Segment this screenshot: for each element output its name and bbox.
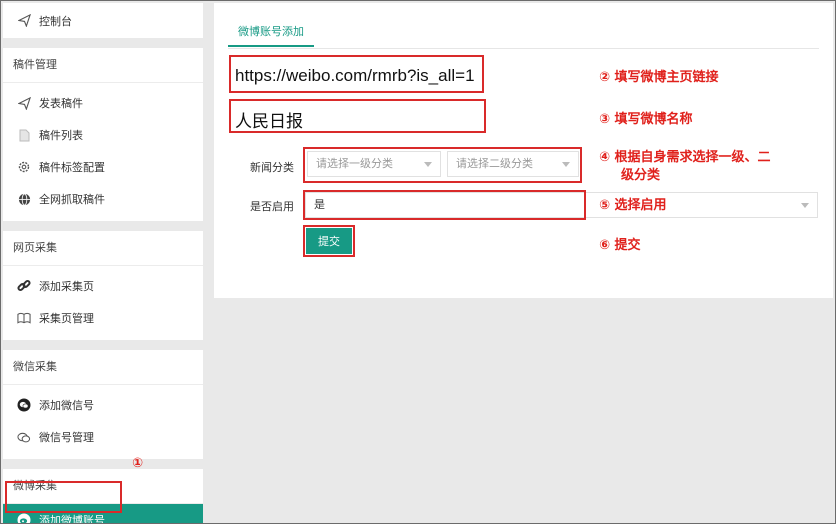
weibo-url-input[interactable]: https://weibo.com/rmrb?is_all=1 bbox=[229, 55, 484, 93]
sidebar-section-wechat: 微信采集 添加微信号 微信号管理 bbox=[3, 350, 203, 459]
sidebar-item-label: 稿件标签配置 bbox=[39, 162, 105, 174]
section-title: 微博采集 bbox=[3, 469, 203, 504]
wechat-outline-icon bbox=[17, 430, 31, 444]
submit-button[interactable]: 提交 bbox=[306, 228, 352, 254]
wechat-icon bbox=[17, 398, 31, 412]
sidebar-item-publish[interactable]: 发表稿件 bbox=[3, 87, 203, 119]
sidebar-item-label: 全网抓取稿件 bbox=[39, 194, 105, 206]
highlight-box bbox=[303, 190, 586, 220]
sidebar-item-label: 稿件列表 bbox=[39, 130, 83, 142]
category-label: 新闻分类 bbox=[250, 162, 294, 174]
sidebar-item-console[interactable]: 控制台 bbox=[3, 3, 203, 38]
chevron-down-icon bbox=[424, 162, 432, 167]
annotation-step-4-line2: 级分类 bbox=[621, 168, 661, 183]
gear-icon bbox=[17, 160, 31, 174]
book-icon bbox=[17, 311, 31, 325]
send-icon bbox=[17, 96, 31, 110]
section-title: 微信采集 bbox=[3, 350, 203, 385]
sidebar: 控制台 稿件管理 发表稿件 稿件列表 稿件标签配置 全网抓取稿件 网页采集 添加… bbox=[3, 3, 203, 524]
enable-label: 是否启用 bbox=[250, 201, 294, 213]
sidebar-item-label: 添加微博账号 bbox=[39, 515, 105, 524]
sidebar-item-label: 控制台 bbox=[39, 15, 72, 28]
sidebar-section-manuscripts: 稿件管理 发表稿件 稿件列表 稿件标签配置 全网抓取稿件 bbox=[3, 48, 203, 221]
category-level1-placeholder: 请选择一级分类 bbox=[316, 158, 393, 170]
sidebar-item-tag-config[interactable]: 稿件标签配置 bbox=[3, 151, 203, 183]
sidebar-item-label: 微信号管理 bbox=[39, 432, 94, 444]
sidebar-item-page-manage[interactable]: 采集页管理 bbox=[3, 302, 203, 334]
annotation-step-3: ③ 填写微博名称 bbox=[599, 112, 693, 127]
sidebar-section-weibo: 微博采集 添加微博账号 bbox=[3, 469, 203, 524]
annotation-step-4-line1: ④ 根据自身需求选择一级、二 bbox=[599, 150, 771, 165]
annotation-step-6: ⑥ 提交 bbox=[599, 238, 641, 253]
sidebar-item-label: 发表稿件 bbox=[39, 98, 83, 110]
document-icon bbox=[17, 128, 31, 142]
section-title: 网页采集 bbox=[3, 231, 203, 266]
section-title: 稿件管理 bbox=[3, 48, 203, 83]
send-icon bbox=[17, 14, 31, 28]
annotation-step-1: ① bbox=[132, 456, 144, 471]
annotation-step-5: ⑤ 选择启用 bbox=[599, 198, 667, 213]
category-level2-placeholder: 请选择二级分类 bbox=[456, 158, 533, 170]
globe-icon bbox=[17, 192, 31, 206]
weibo-icon bbox=[17, 513, 31, 524]
tab-add-weibo[interactable]: 微博账号添加 bbox=[228, 19, 314, 47]
chevron-down-icon bbox=[562, 162, 570, 167]
tab-divider bbox=[228, 48, 819, 49]
sidebar-item-add-page[interactable]: 添加采集页 bbox=[3, 270, 203, 302]
category-level1-select[interactable]: 请选择一级分类 bbox=[307, 151, 441, 177]
sidebar-item-label: 添加采集页 bbox=[39, 281, 94, 293]
annotation-step-2: ② 填写微博主页链接 bbox=[599, 70, 719, 85]
link-icon bbox=[17, 279, 31, 293]
category-level2-select[interactable]: 请选择二级分类 bbox=[447, 151, 579, 177]
sidebar-item-wechat-manage[interactable]: 微信号管理 bbox=[3, 421, 203, 453]
sidebar-item-crawl[interactable]: 全网抓取稿件 bbox=[3, 183, 203, 215]
sidebar-item-add-wechat[interactable]: 添加微信号 bbox=[3, 389, 203, 421]
sidebar-item-add-weibo[interactable]: 添加微博账号 bbox=[3, 504, 203, 524]
weibo-name-input[interactable]: 人民日报 bbox=[229, 99, 486, 133]
console-card: 控制台 bbox=[3, 3, 203, 38]
sidebar-item-label: 采集页管理 bbox=[39, 313, 94, 325]
chevron-down-icon bbox=[801, 203, 809, 208]
sidebar-item-list[interactable]: 稿件列表 bbox=[3, 119, 203, 151]
sidebar-section-web: 网页采集 添加采集页 采集页管理 bbox=[3, 231, 203, 340]
sidebar-item-label: 添加微信号 bbox=[39, 400, 94, 412]
